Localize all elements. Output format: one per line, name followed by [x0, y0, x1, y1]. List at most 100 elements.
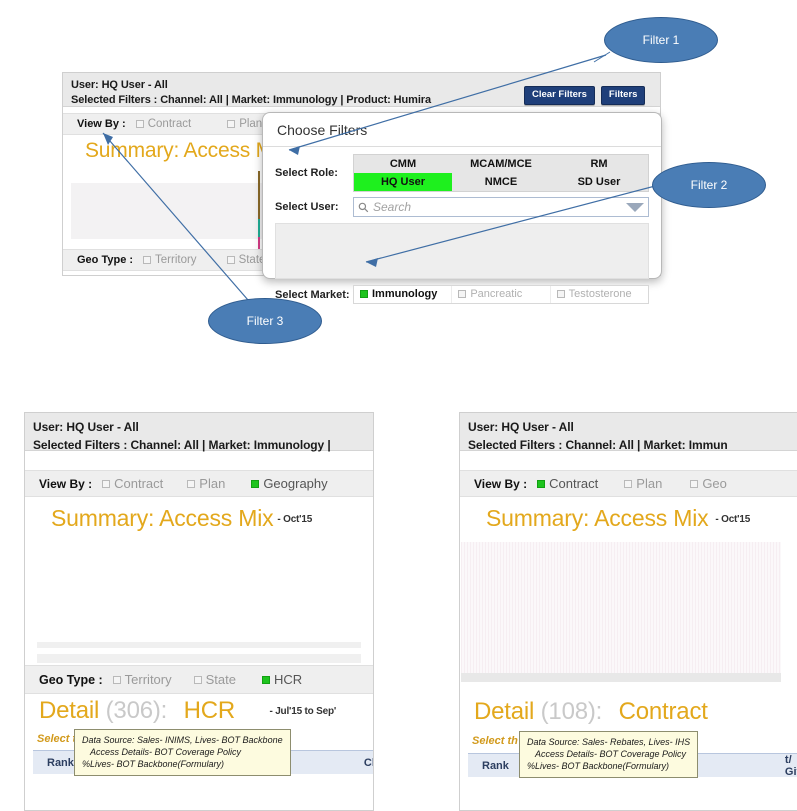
view-by-option-plan[interactable]: Plan: [227, 118, 262, 130]
summary-title-text: Summary: Access Mix: [486, 505, 709, 531]
geo-type-option-state[interactable]: State: [193, 672, 236, 687]
tooltip-line: Access Details- BOT Coverage Policy: [535, 749, 687, 759]
left-data-source-tooltip: Data Source: Sales- INIMS, Lives- BOT Ba…: [74, 729, 291, 776]
left-ghost-bar-2: [37, 654, 361, 663]
geo-type-label: Geo Type :: [77, 254, 134, 266]
left-view-by-bar: View By : Contract Plan Geography: [25, 470, 373, 497]
view-by-option-contract[interactable]: Contract: [537, 476, 598, 491]
market-option-immunology[interactable]: Immunology: [354, 286, 453, 303]
user-list-area[interactable]: [275, 223, 649, 279]
role-option-nmce[interactable]: NMCE: [452, 173, 550, 191]
view-by-option-plan[interactable]: Plan: [187, 476, 225, 491]
select-market-row: Select Market: Immunology Pancreatic Tes…: [263, 285, 661, 304]
summary-title-text: Summary: Access Mix: [85, 139, 288, 162]
right-view-by-bar: View By : Contract Plan Geo: [460, 470, 797, 497]
radio-dot-icon: [187, 479, 196, 488]
role-column-header-cmm[interactable]: CMM: [354, 155, 452, 173]
right-data-source-tooltip: Data Source: Sales- Rebates, Lives- IHS …: [519, 731, 699, 778]
tooltip-line: %Lives- BOT Backbone(Formulary): [527, 761, 670, 771]
right-detail-title: Detail (108): Contract: [474, 698, 708, 726]
right-user-bar: User: HQ User - All Selected Filters : C…: [460, 413, 797, 452]
chart-strip-teal: [258, 219, 260, 237]
selected-filters-label: Selected Filters : Channel: All | Market…: [33, 438, 331, 452]
left-user-bar: User: HQ User - All Selected Filters : C…: [25, 413, 373, 452]
left-geo-type-bar: Geo Type : Territory State HCR: [25, 665, 373, 694]
view-by-option-label: Geo: [702, 476, 727, 491]
summary-period-label: - Oct'15: [712, 513, 754, 527]
role-column-header-rm[interactable]: RM: [550, 155, 648, 173]
select-role-row: Select Role: CMM MCAM/MCE RM HQ User NMC…: [263, 154, 661, 192]
role-column-header-mcam-mce[interactable]: MCAM/MCE: [452, 155, 550, 173]
detail-word: Detail: [474, 698, 535, 725]
view-by-option-contract[interactable]: Contract: [102, 476, 163, 491]
view-by-option-label: Geography: [263, 476, 328, 491]
table-header-cell: Cl: [363, 756, 374, 769]
tooltip-line: Data Source: Sales- INIMS, Lives- BOT Ba…: [82, 735, 283, 745]
select-user-label: Select User:: [275, 201, 339, 213]
view-by-label: View By :: [39, 476, 93, 491]
table-header-cell: Rank: [47, 756, 74, 769]
detail-period-label: - Jul'15 to Sep': [269, 706, 337, 718]
geo-type-label: Geo Type :: [39, 672, 103, 687]
market-option-label: Testosterone: [568, 288, 632, 300]
role-option-sd-user[interactable]: SD User: [550, 173, 648, 191]
view-by-option-contract[interactable]: Contract: [135, 118, 192, 130]
view-by-label: View By :: [474, 476, 528, 491]
market-option-testosterone[interactable]: Testosterone: [551, 286, 648, 303]
callout-label: Filter 2: [690, 178, 728, 192]
view-by-option-label: Contract: [549, 476, 599, 491]
search-placeholder-text: Search: [373, 200, 412, 214]
radio-dot-icon: [193, 675, 202, 684]
select-user-row: Select User: Search: [263, 197, 661, 217]
dialog-title: Choose Filters: [263, 113, 661, 147]
geo-type-option-label: Territory: [124, 672, 172, 687]
geo-type-option-territory[interactable]: Territory: [143, 254, 197, 266]
geo-type-option-label: Territory: [155, 254, 197, 266]
detail-word: Detail: [39, 697, 100, 724]
summary-period-label: - Oct'15: [277, 514, 313, 526]
geo-type-option-territory[interactable]: Territory: [112, 672, 172, 687]
view-by-option-plan[interactable]: Plan: [624, 476, 662, 491]
radio-dot-icon: [458, 290, 467, 298]
left-detail-title: Detail (306): HCR - Jul'15 to Sep': [39, 697, 336, 725]
right-chart-axis-bar: [461, 673, 781, 682]
radio-dot-icon: [102, 479, 111, 488]
radio-dot-icon: [624, 479, 633, 488]
clear-filters-button[interactable]: Clear Filters: [524, 86, 595, 105]
market-option-label: Pancreatic: [470, 288, 523, 300]
tooltip-line: %Lives- BOT Backbone(Formulary): [82, 759, 225, 769]
caret-down-icon[interactable]: [626, 202, 644, 212]
geo-type-option-label: HCR: [273, 672, 303, 687]
right-chart-area: [461, 542, 781, 678]
callout-filter-3: Filter 3: [208, 298, 322, 344]
view-by-option-label: Contract: [147, 118, 192, 130]
left-ghost-bar-1: [37, 642, 361, 648]
view-by-option-geography[interactable]: Geo: [690, 476, 727, 491]
left-summary-title: Summary: Access Mix - Oct'15: [25, 497, 373, 532]
detail-dimension: Contract: [618, 698, 708, 725]
geo-type-option-state[interactable]: State: [226, 254, 265, 266]
view-by-option-label: Plan: [199, 476, 226, 491]
top-panel-button-row: Clear Filters Filters: [524, 86, 646, 105]
tooltip-line: Access Details- BOT Coverage Policy: [90, 747, 242, 757]
select-role-label: Select Role:: [275, 167, 338, 179]
table-header-cell: Rank: [482, 759, 509, 772]
filters-button[interactable]: Filters: [600, 86, 646, 105]
detail-count: (306):: [105, 697, 168, 724]
tooltip-line: Data Source: Sales- Rebates, Lives- IHS: [527, 737, 691, 747]
view-by-option-geography[interactable]: Geography: [251, 476, 328, 491]
role-option-hq-user[interactable]: HQ User: [354, 173, 452, 191]
geo-type-option-hcr[interactable]: HCR: [261, 672, 303, 687]
table-header-cell: t/ Give: [784, 753, 797, 778]
user-label: User: HQ User - All: [468, 420, 574, 434]
callout-label: Filter 3: [246, 314, 284, 328]
view-by-option-label: Plan: [239, 118, 263, 130]
market-option-pancreatic[interactable]: Pancreatic: [452, 286, 551, 303]
radio-dot-icon: [251, 479, 260, 488]
market-grid: Immunology Pancreatic Testosterone: [353, 285, 649, 304]
market-option-label: Immunology: [372, 288, 438, 300]
right-summary-title: Summary: Access Mix - Oct'15: [460, 497, 797, 532]
radio-dot-icon: [261, 675, 270, 684]
radio-dot-icon: [143, 256, 152, 264]
select-user-search-field[interactable]: Search: [353, 197, 649, 217]
